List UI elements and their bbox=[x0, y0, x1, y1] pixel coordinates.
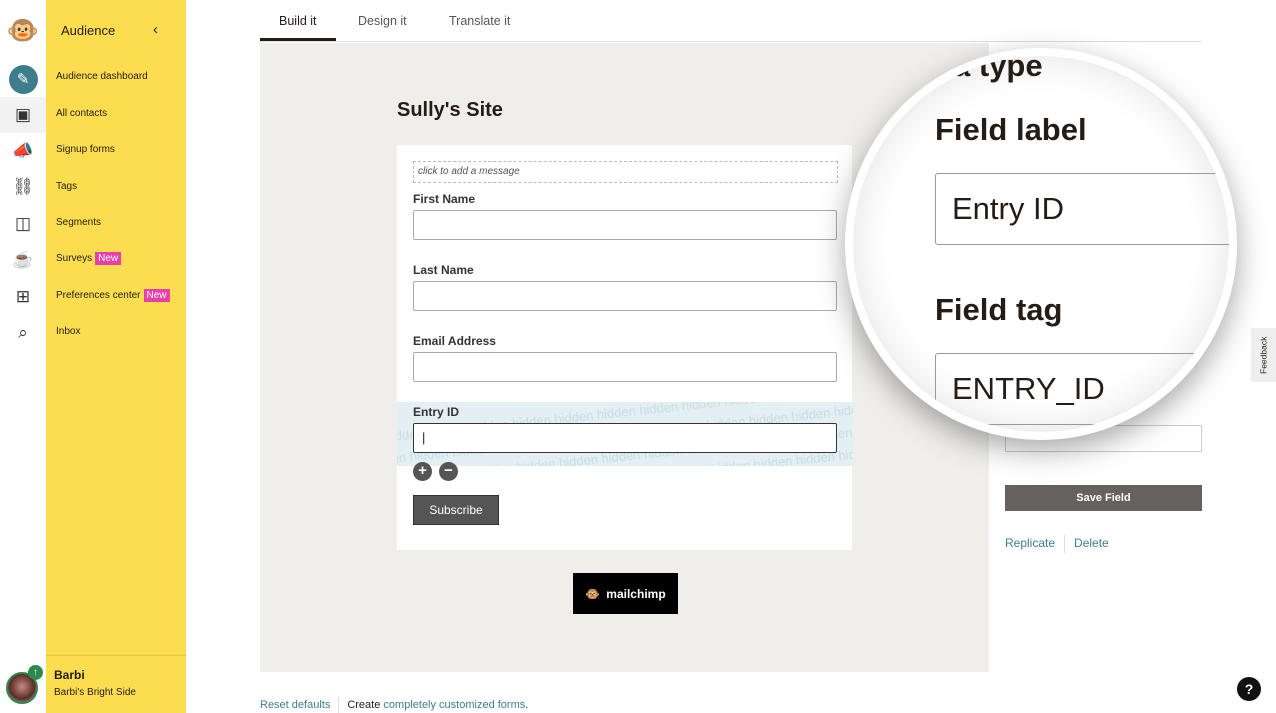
entry-id-input[interactable]: | bbox=[413, 423, 837, 453]
tab-translate-it[interactable]: Translate it bbox=[449, 14, 510, 28]
field-label-input[interactable]: Entry ID bbox=[935, 173, 1229, 245]
user-name: Barbi bbox=[54, 668, 85, 682]
sidebar-item-label: Preferences center bbox=[56, 290, 141, 301]
subscribe-button[interactable]: Subscribe bbox=[413, 495, 499, 525]
new-badge: New bbox=[143, 289, 170, 302]
site-title: Sully's Site bbox=[397, 99, 503, 121]
search-icon[interactable]: ⌕ bbox=[0, 315, 46, 351]
message-placeholder[interactable]: click to add a message bbox=[413, 161, 838, 183]
last-name-label: Last Name bbox=[413, 263, 474, 277]
sidebar-item-segments[interactable]: Segments bbox=[56, 217, 101, 228]
delete-link[interactable]: Delete bbox=[1074, 536, 1109, 550]
sidebar-item-label: Surveys bbox=[56, 253, 93, 264]
user-account[interactable]: Barbi Barbi's Bright Side bbox=[46, 655, 186, 713]
help-button[interactable]: ? bbox=[1237, 677, 1261, 701]
tab-bar: Build it Design it Translate it bbox=[260, 0, 1202, 42]
sidebar-item-tags[interactable]: Tags bbox=[56, 181, 77, 192]
customized-forms-link[interactable]: completely customized forms bbox=[383, 699, 525, 711]
footer-text: Create bbox=[347, 698, 381, 711]
last-name-input[interactable] bbox=[413, 281, 837, 311]
content-icon[interactable]: ☕ bbox=[0, 242, 46, 278]
brand-text: mailchimp bbox=[606, 586, 666, 601]
footer: Reset defaults Create completely customiz… bbox=[260, 697, 528, 713]
reset-defaults-link[interactable]: Reset defaults bbox=[260, 699, 330, 711]
create-icon[interactable]: ✎ bbox=[0, 61, 46, 97]
email-label: Email Address bbox=[413, 334, 496, 348]
user-org: Barbi's Bright Side bbox=[54, 687, 136, 698]
sidebar-item-surveys[interactable]: Surveys New bbox=[56, 252, 122, 265]
automations-icon[interactable]: ⛓ bbox=[0, 169, 46, 205]
sidebar-item-all-contacts[interactable]: All contacts bbox=[56, 108, 107, 119]
first-name-label: First Name bbox=[413, 192, 476, 206]
field-tag-input[interactable]: ENTRY_ID bbox=[935, 353, 1229, 425]
new-badge: New bbox=[95, 252, 122, 265]
footer-period: . bbox=[525, 698, 529, 711]
audience-icon[interactable]: ▣ bbox=[0, 97, 46, 133]
active-tab-indicator bbox=[260, 38, 336, 41]
freddie-icon: 🐵 bbox=[585, 586, 601, 601]
chevron-left-icon[interactable]: ‹ bbox=[153, 21, 158, 38]
sidebar-item-inbox[interactable]: Inbox bbox=[56, 326, 80, 337]
mailchimp-logo-icon[interactable]: 🐵 bbox=[0, 12, 46, 48]
mailchimp-badge[interactable]: 🐵 mailchimp bbox=[573, 573, 678, 614]
sidebar-item-signup-forms[interactable]: Signup forms bbox=[56, 144, 115, 155]
sidebar-title: Audience bbox=[61, 23, 116, 38]
magnifier-callout: a type ings Field label Entry ID Field t… bbox=[845, 48, 1237, 440]
save-field-button[interactable]: Save Field bbox=[1005, 485, 1202, 511]
add-field-icon[interactable]: + bbox=[413, 462, 432, 481]
email-input[interactable] bbox=[413, 352, 837, 382]
tab-build-it[interactable]: Build it bbox=[279, 14, 317, 28]
feedback-tab[interactable]: Feedback bbox=[1251, 328, 1276, 382]
first-name-input[interactable] bbox=[413, 210, 837, 240]
settings-tab[interactable]: ings bbox=[1138, 67, 1158, 79]
entry-id-label: Entry ID bbox=[413, 405, 460, 419]
website-icon[interactable]: ◫ bbox=[0, 206, 46, 242]
sidebar-item-audience-dashboard[interactable]: Audience dashboard bbox=[56, 71, 148, 82]
sidebar-item-preferences-center[interactable]: Preferences center New bbox=[56, 289, 170, 302]
field-label-heading: Field label bbox=[935, 112, 1087, 147]
integrations-icon[interactable]: ⊞ bbox=[0, 279, 46, 315]
icon-rail: 🐵 ✎ ▣ 📣 ⛓ ◫ ☕ ⊞ ⌕ bbox=[0, 0, 46, 713]
field-actions: Replicate Delete bbox=[1005, 535, 1109, 553]
campaigns-icon[interactable]: 📣 bbox=[0, 133, 46, 169]
upgrade-arrow-icon[interactable]: ↑ bbox=[28, 665, 43, 680]
replicate-link[interactable]: Replicate bbox=[1005, 536, 1055, 550]
remove-field-icon[interactable]: − bbox=[439, 462, 458, 481]
audience-sidebar: Audience ‹ Audience dashboard All contac… bbox=[46, 0, 186, 713]
tab-design-it[interactable]: Design it bbox=[358, 14, 407, 28]
field-tag-heading: Field tag bbox=[935, 292, 1063, 327]
